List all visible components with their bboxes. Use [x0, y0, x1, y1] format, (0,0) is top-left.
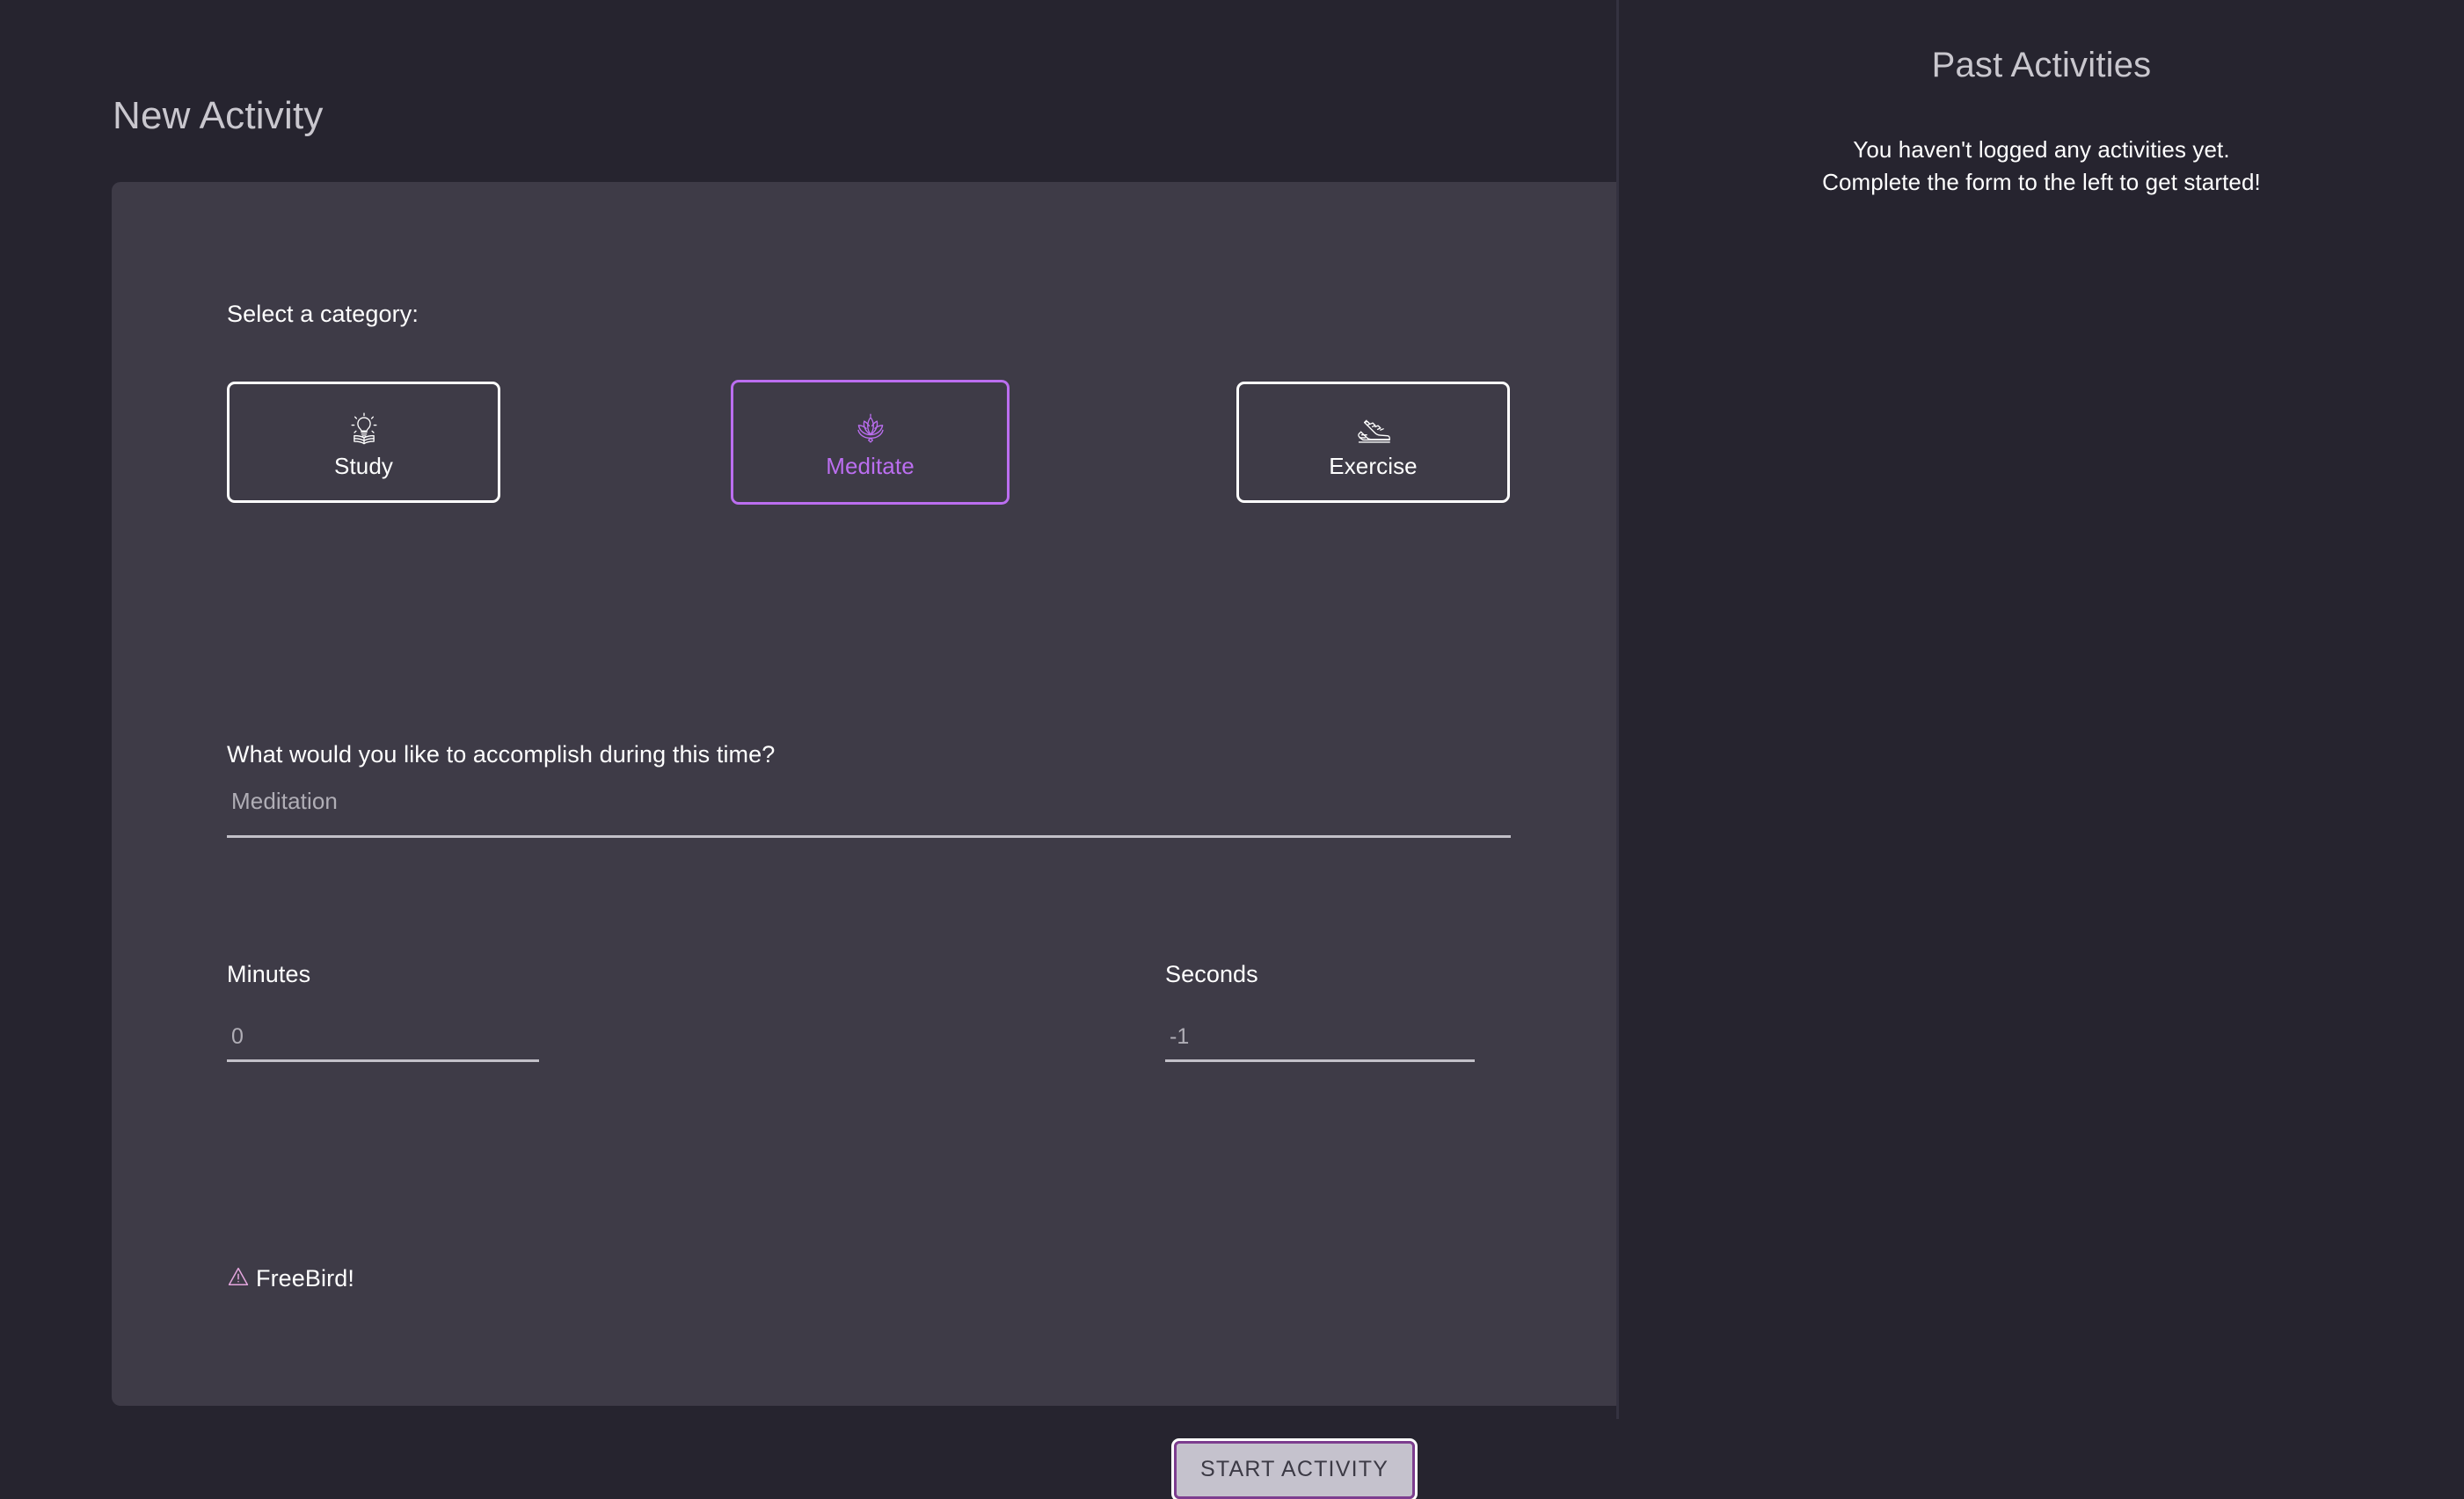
category-label-exercise: Exercise — [1329, 452, 1418, 479]
minutes-input[interactable]: 0 — [227, 1023, 539, 1062]
category-option-exercise[interactable]: Exercise — [1236, 382, 1510, 503]
submit-area: START ACTIVITY — [1170, 1438, 1418, 1499]
minutes-input-value: 0 — [231, 1024, 244, 1049]
select-category-label: Select a category: — [227, 301, 419, 327]
goal-input-value: Meditation — [231, 788, 338, 814]
start-activity-button[interactable]: START ACTIVITY — [1170, 1438, 1418, 1499]
category-option-study[interactable]: Study — [227, 382, 500, 503]
minutes-input-underline — [227, 1059, 539, 1062]
minutes-label: Minutes — [227, 961, 311, 987]
goal-input[interactable]: Meditation — [227, 788, 1511, 838]
running-shoe-icon — [1353, 406, 1394, 452]
validation-warning-text: FreeBird! — [256, 1265, 354, 1292]
seconds-input[interactable]: -1 — [1165, 1023, 1475, 1062]
new-activity-form-card: Select a category: Study Meditate Exerci… — [112, 182, 1618, 1499]
validation-warning: FreeBird! — [227, 1265, 354, 1292]
seconds-input-value: -1 — [1170, 1024, 1190, 1049]
page-title: New Activity — [113, 94, 324, 137]
category-label-study: Study — [334, 452, 393, 479]
past-activities-title: Past Activities — [1931, 46, 2152, 84]
app-root: New Activity Select a category: Study Me… — [0, 0, 2464, 1499]
goal-input-underline — [227, 835, 1511, 838]
minutes-group: Minutes 0 — [227, 963, 539, 1062]
warning-triangle-icon — [227, 1265, 250, 1292]
form-content: Select a category: Study Meditate Exerci… — [227, 182, 1618, 1499]
empty-state-line-1: You haven't logged any activities yet. — [1853, 136, 2230, 163]
seconds-input-underline — [1165, 1059, 1475, 1062]
past-activities-empty-state: You haven't logged any activities yet. C… — [1619, 134, 2464, 199]
empty-state-line-2: Complete the form to the left to get sta… — [1822, 168, 2261, 195]
seconds-label: Seconds — [1165, 961, 1258, 987]
seconds-group: Seconds -1 — [1165, 963, 1475, 1062]
past-activities-column: Past Activities You haven't logged any a… — [1616, 0, 2464, 1419]
new-activity-column: New Activity Select a category: Study Me… — [0, 0, 1618, 1499]
goal-question-label: What would you like to accomplish during… — [227, 741, 776, 768]
lightbulb-book-icon — [344, 406, 384, 452]
category-options: Study Meditate Exercise — [227, 380, 1511, 506]
lotus-flower-icon — [850, 406, 891, 452]
category-label-meditate: Meditate — [826, 452, 915, 479]
duration-fields: Minutes 0 Seconds -1 — [227, 963, 1511, 1077]
category-option-meditate[interactable]: Meditate — [731, 380, 1010, 505]
